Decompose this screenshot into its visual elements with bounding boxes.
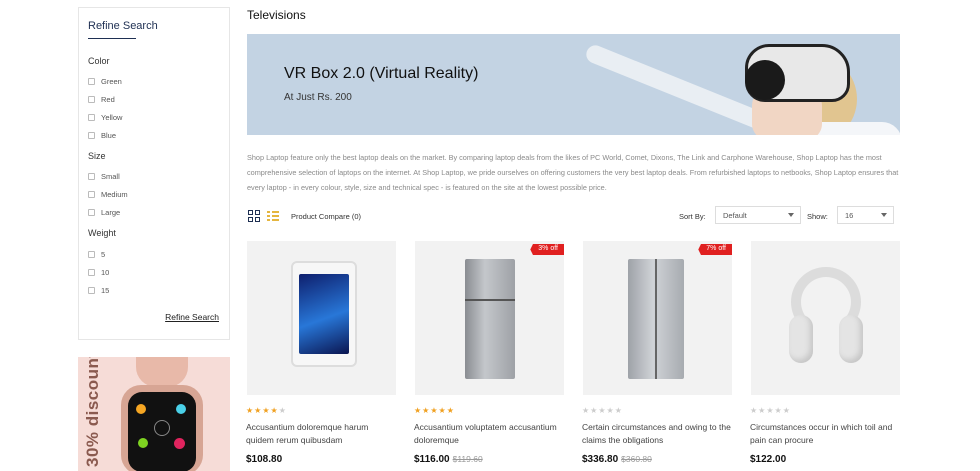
category-description: Shop Laptop feature only the best laptop…: [247, 153, 899, 192]
discount-badge: 3% off: [530, 244, 564, 255]
star-icon: ★: [766, 406, 775, 415]
product-title[interactable]: Certain circumstances and owing to the c…: [582, 421, 732, 447]
category-banner[interactable]: VR Box 2.0 (Virtual Reality) At Just Rs.…: [247, 34, 900, 135]
grid-view-icon[interactable]: [248, 210, 260, 222]
star-icon: ★: [598, 406, 607, 415]
star-icon: ★: [438, 406, 447, 415]
star-icon: ★: [430, 406, 439, 415]
rating-stars: ★★★★★: [414, 406, 455, 415]
filter-option-yellow[interactable]: Yellow: [88, 113, 122, 122]
show-count-select[interactable]: 16: [837, 206, 894, 224]
star-icon: ★: [446, 406, 455, 415]
filter-group-weight-title: Weight: [88, 228, 116, 238]
watch-screen: [128, 392, 196, 471]
filter-option-weight-10[interactable]: 10: [88, 268, 109, 277]
product-title[interactable]: Circumstances occur in which toil and pa…: [750, 421, 900, 447]
filter-group-size-title: Size: [88, 151, 106, 161]
product-title[interactable]: Accusantium voluptatem accusantium dolor…: [414, 421, 564, 447]
product-card-image[interactable]: 7% off: [583, 241, 732, 395]
product-card-image[interactable]: [247, 241, 396, 395]
sort-by-select[interactable]: Default: [715, 206, 801, 224]
checkbox[interactable]: [88, 132, 95, 139]
banner-heading: VR Box 2.0 (Virtual Reality): [284, 65, 479, 82]
rating-stars: ★★★★★: [582, 406, 623, 415]
filter-option-large[interactable]: Large: [88, 208, 120, 217]
chevron-down-icon: [881, 213, 887, 217]
watch-band-image: [136, 357, 188, 387]
product-price: $336.80 $360.80: [582, 454, 652, 465]
checkbox[interactable]: [88, 251, 95, 258]
checkbox[interactable]: [88, 173, 95, 180]
star-icon: ★: [270, 406, 279, 415]
tablet-image: [291, 261, 357, 367]
show-label: Show:: [807, 212, 828, 221]
product-compare-link[interactable]: Product Compare (0): [291, 212, 361, 221]
refine-search-link[interactable]: Refine Search: [165, 312, 219, 322]
promo-banner[interactable]: 30% discount: [78, 357, 230, 471]
filter-option-weight-15[interactable]: 15: [88, 286, 109, 295]
side-by-side-fridge-image: [628, 259, 684, 379]
star-icon: ★: [582, 406, 591, 415]
star-icon: ★: [774, 406, 783, 415]
star-icon: ★: [614, 406, 623, 415]
star-icon: ★: [750, 406, 759, 415]
list-view-icon[interactable]: [267, 210, 279, 222]
product-title[interactable]: Accusantium doloremque harum quidem reru…: [246, 421, 396, 447]
star-icon: ★: [278, 406, 287, 415]
chevron-down-icon: [788, 213, 794, 217]
filter-option-blue[interactable]: Blue: [88, 131, 116, 140]
star-icon: ★: [246, 406, 255, 415]
checkbox[interactable]: [88, 269, 95, 276]
filter-option-green[interactable]: Green: [88, 77, 122, 86]
checkbox[interactable]: [88, 191, 95, 198]
old-price: $360.80: [621, 454, 652, 464]
page-title: Televisions: [247, 8, 306, 22]
vr-lens-image: [745, 60, 785, 100]
product-card-image[interactable]: [751, 241, 900, 395]
sort-by-label: Sort By:: [679, 212, 706, 221]
checkbox[interactable]: [88, 209, 95, 216]
star-icon: ★: [782, 406, 791, 415]
checkbox[interactable]: [88, 96, 95, 103]
banner-subheading: At Just Rs. 200: [284, 92, 352, 103]
product-price: $108.80: [246, 454, 283, 465]
title-underline: [88, 38, 136, 39]
rating-stars: ★★★★★: [246, 406, 287, 415]
filter-option-small[interactable]: Small: [88, 172, 120, 181]
star-icon: ★: [606, 406, 615, 415]
promo-discount-text: 30% discount: [83, 357, 102, 467]
checkbox[interactable]: [88, 114, 95, 121]
refrigerator-image: [465, 259, 515, 379]
refine-search-title: Refine Search: [88, 20, 158, 32]
product-card-image[interactable]: 3% off: [415, 241, 564, 395]
filter-option-medium[interactable]: Medium: [88, 190, 128, 199]
refine-search-panel: Refine Search Color Green Red Yellow Blu…: [78, 7, 230, 340]
product-price: $122.00: [750, 454, 787, 465]
filter-group-color-title: Color: [88, 56, 110, 66]
discount-badge: 7% off: [698, 244, 732, 255]
star-icon: ★: [262, 406, 271, 415]
checkbox[interactable]: [88, 78, 95, 85]
filter-option-red[interactable]: Red: [88, 95, 115, 104]
star-icon: ★: [414, 406, 423, 415]
filter-option-weight-5[interactable]: 5: [88, 250, 105, 259]
old-price: $119.60: [452, 454, 483, 464]
product-price: $116.00 $119.60: [414, 454, 483, 465]
rating-stars: ★★★★★: [750, 406, 791, 415]
checkbox[interactable]: [88, 287, 95, 294]
